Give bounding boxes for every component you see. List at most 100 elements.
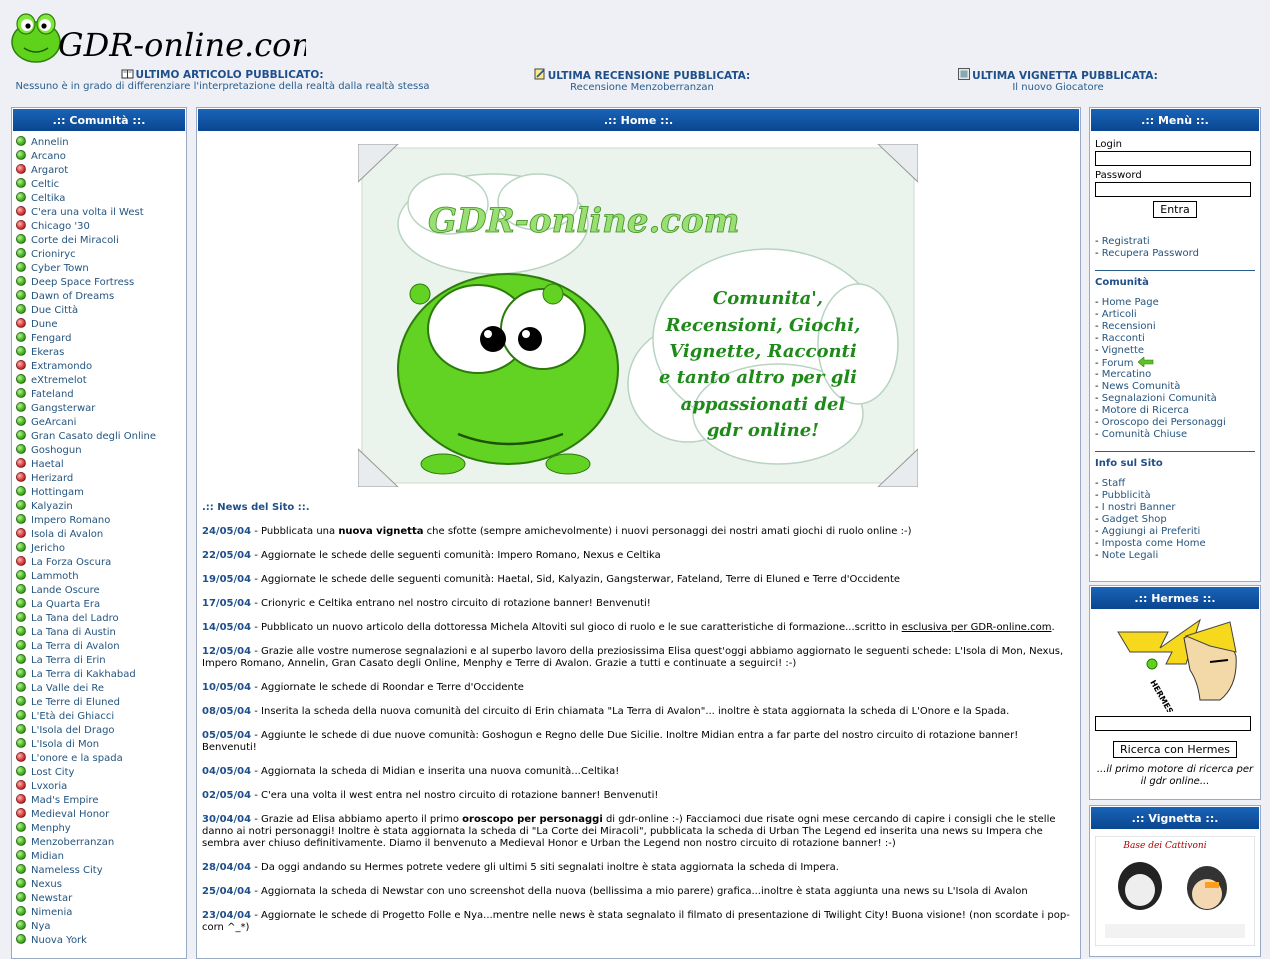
community-item[interactable]: Deep Space Fortress [16,276,186,290]
menu-info-link[interactable]: Gadget Shop [1102,514,1167,525]
community-item[interactable]: Cyber Town [16,262,186,276]
community-item[interactable]: La Tana del Ladro [16,612,186,626]
community-item[interactable]: Nimenia [16,906,186,920]
menu-comunita-item[interactable]: Comunità Chiuse [1095,429,1255,441]
menu-comunita-item[interactable]: Forum [1095,356,1255,369]
community-link[interactable]: Argarot [31,165,68,176]
last-comic[interactable]: ULTIMA VIGNETTA PUBBLICATA: Il nuovo Gio… [943,68,1173,93]
community-link[interactable]: Goshogun [31,445,82,456]
community-item[interactable]: Celtic [16,178,186,192]
community-link[interactable]: Haetal [31,459,64,470]
community-link[interactable]: Fengard [31,333,71,344]
last-comic-link[interactable]: Il nuovo Giocatore [943,82,1173,93]
menu-comunita-item[interactable]: Oroscopo dei Personaggi [1095,417,1255,429]
community-link[interactable]: Isola di Avalon [31,529,103,540]
community-link[interactable]: Ekeras [31,347,64,358]
community-item[interactable]: Arcano [16,150,186,164]
hermes-search-input[interactable] [1095,716,1251,731]
community-item[interactable]: L'Isola di Mon [16,738,186,752]
community-link[interactable]: Nexus [31,879,62,890]
account-link[interactable]: Recupera Password [1102,248,1199,259]
community-link[interactable]: Deep Space Fortress [31,277,134,288]
menu-comunita-item[interactable]: Mercatino [1095,369,1255,381]
menu-comunita-link[interactable]: Mercatino [1102,369,1151,380]
community-link[interactable]: La Quarta Era [31,599,100,610]
community-item[interactable]: Impero Romano [16,514,186,528]
menu-comunita-link[interactable]: Racconti [1102,333,1145,344]
community-link[interactable]: Kalyazin [31,501,73,512]
account-item[interactable]: Recupera Password [1095,248,1255,260]
community-link[interactable]: Le Terre di Eluned [31,697,120,708]
menu-info-link[interactable]: Aggiungi ai Preferiti [1102,526,1201,537]
community-link[interactable]: La Tana del Ladro [31,613,119,624]
menu-info-link[interactable]: Staff [1102,478,1125,489]
community-item[interactable]: Menphy [16,822,186,836]
menu-comunita-item[interactable]: News Comunità [1095,381,1255,393]
menu-info-item[interactable]: Pubblicità [1095,490,1255,502]
community-item[interactable]: Chicago '30 [16,220,186,234]
community-link[interactable]: Hottingam [31,487,84,498]
menu-info-item[interactable]: Note Legali [1095,550,1255,562]
hermes-search-button[interactable]: Ricerca con Hermes [1113,741,1237,758]
community-item[interactable]: Lande Oscure [16,584,186,598]
last-review-link[interactable]: Recensione Menzoberranzan [520,82,764,93]
menu-comunita-item[interactable]: Motore di Ricerca [1095,405,1255,417]
community-link[interactable]: Menphy [31,823,71,834]
login-submit-button[interactable]: Entra [1153,201,1197,218]
community-link[interactable]: Nameless City [31,865,103,876]
community-item[interactable]: Nuova York [16,934,186,948]
community-link[interactable]: L'Età dei Ghiacci [31,711,114,722]
community-link[interactable]: Crioniryc [31,249,76,260]
news-exclusive-link[interactable]: esclusiva per GDR-online.com [902,622,1052,633]
community-item[interactable]: Due Città [16,304,186,318]
community-item[interactable]: La Terra di Avalon [16,640,186,654]
community-link[interactable]: Lande Oscure [31,585,100,596]
community-item[interactable]: Dawn of Dreams [16,290,186,304]
community-item[interactable]: Annelin [16,136,186,150]
community-link[interactable]: Lost City [31,767,74,778]
community-item[interactable]: Fengard [16,332,186,346]
community-item[interactable]: eXtremelot [16,374,186,388]
community-item[interactable]: Crioniryc [16,248,186,262]
community-link[interactable]: Celtic [31,179,59,190]
community-link[interactable]: Dawn of Dreams [31,291,114,302]
community-item[interactable]: Nameless City [16,864,186,878]
menu-comunita-item[interactable]: Articoli [1095,309,1255,321]
community-item[interactable]: Haetal [16,458,186,472]
menu-comunita-item[interactable]: Racconti [1095,333,1255,345]
community-item[interactable]: Mad's Empire [16,794,186,808]
community-item[interactable]: Medieval Honor [16,808,186,822]
menu-info-link[interactable]: Imposta come Home [1102,538,1206,549]
community-link[interactable]: Fateland [31,389,74,400]
community-link[interactable]: Cyber Town [31,263,89,274]
menu-info-link[interactable]: Pubblicità [1102,490,1151,501]
site-logo[interactable]: GDR-online.com [6,4,306,66]
community-link[interactable]: Gran Casato degli Online [31,431,156,442]
community-item[interactable]: Extramondo [16,360,186,374]
community-item[interactable]: Isola di Avalon [16,528,186,542]
community-item[interactable]: Lost City [16,766,186,780]
community-item[interactable]: Gran Casato degli Online [16,430,186,444]
menu-comunita-link[interactable]: Recensioni [1102,321,1156,332]
menu-comunita-link[interactable]: Vignette [1102,345,1144,356]
community-link[interactable]: Annelin [31,137,69,148]
community-link[interactable]: Due Città [31,305,78,316]
community-link[interactable]: Dune [31,319,58,330]
community-link[interactable]: Lvxoria [31,781,67,792]
community-item[interactable]: L'Età dei Ghiacci [16,710,186,724]
community-link[interactable]: L'Isola del Drago [31,725,115,736]
login-input[interactable] [1095,151,1251,166]
community-item[interactable]: La Quarta Era [16,598,186,612]
menu-comunita-link[interactable]: Segnalazioni Comunità [1102,393,1217,404]
account-item[interactable]: Registrati [1095,236,1255,248]
community-link[interactable]: Nuova York [31,935,87,946]
community-item[interactable]: Fateland [16,388,186,402]
menu-info-link[interactable]: Note Legali [1102,550,1158,561]
menu-info-item[interactable]: I nostri Banner [1095,502,1255,514]
community-item[interactable]: La Forza Oscura [16,556,186,570]
menu-info-item[interactable]: Staff [1095,478,1255,490]
menu-comunita-link[interactable]: Oroscopo dei Personaggi [1102,417,1226,428]
community-link[interactable]: Nimenia [31,907,72,918]
last-article-link[interactable]: Nessuno è in grado di differenziare l'in… [10,81,435,92]
community-link[interactable]: Extramondo [31,361,92,372]
